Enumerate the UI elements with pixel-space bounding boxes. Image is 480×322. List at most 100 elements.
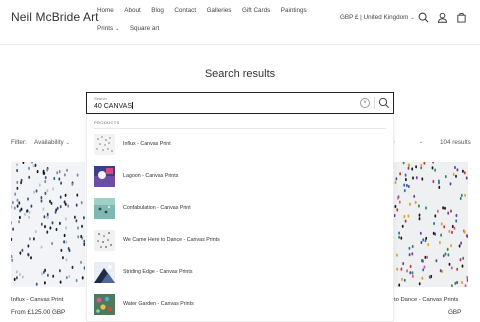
nav-paintings[interactable]: Paintings — [281, 7, 307, 14]
painting-figure — [428, 275, 431, 279]
clear-search-button[interactable]: × — [360, 98, 370, 108]
painting-figure — [422, 268, 425, 272]
painting-figure — [400, 267, 403, 271]
painting-figure — [43, 215, 46, 219]
availability-filter[interactable]: Availability ⌄ — [34, 139, 70, 146]
painting-figure — [431, 166, 434, 170]
painting-figure — [32, 164, 35, 168]
search-box[interactable]: Search 40 CANVAS × — [86, 92, 394, 114]
painting-figure — [68, 274, 71, 278]
search-icon[interactable] — [418, 12, 429, 23]
painting-figure — [44, 180, 47, 184]
painting-figure — [18, 201, 21, 205]
search-icon[interactable] — [378, 97, 390, 109]
search-suggestion-item[interactable]: We Came Here to Dance - Canvas Prints — [94, 228, 388, 252]
painting-figure — [60, 248, 63, 252]
painting-figure — [394, 180, 397, 185]
cart-icon[interactable] — [456, 12, 467, 23]
product-thumbnail — [94, 165, 115, 187]
search-suggestion-item[interactable]: Water Garden - Canvas Prints — [94, 292, 388, 316]
painting-figure — [434, 168, 436, 172]
nav-contact[interactable]: Contact — [174, 7, 196, 14]
painting-figure — [81, 276, 84, 280]
nav-home[interactable]: Home — [97, 7, 114, 14]
painting-figure — [26, 209, 29, 213]
painting-figure — [51, 221, 54, 225]
painting-figure — [40, 199, 43, 203]
search-suggestion-item[interactable]: Influx - Canvas Print — [94, 132, 388, 156]
painting-figure — [408, 253, 411, 257]
painting-figure — [459, 258, 462, 262]
painting-figure — [453, 226, 456, 230]
painting-figure — [425, 206, 427, 210]
painting-figure — [426, 255, 428, 259]
currency-country-selector[interactable]: GBP £ | United Kingdom ⌄ — [340, 14, 415, 21]
painting-figure — [451, 230, 453, 234]
nav-galleries[interactable]: Galleries — [207, 7, 232, 14]
painting-figure — [450, 266, 453, 270]
painting-figure — [450, 244, 452, 248]
painting-figure — [19, 215, 21, 220]
painting-figure — [75, 203, 78, 207]
painting-figure — [403, 278, 406, 282]
search-suggestion-item[interactable]: Confabulation - Canvas Print — [94, 196, 388, 220]
painting-figure — [443, 225, 446, 229]
suggestion-title: Water Garden - Canvas Prints — [123, 301, 194, 307]
painting-figure — [462, 169, 464, 173]
painting-figure — [76, 193, 79, 197]
painting-figure — [28, 166, 30, 170]
painting-figure — [461, 264, 464, 268]
painting-figure — [58, 177, 61, 181]
account-icon[interactable] — [437, 12, 448, 23]
painting-figure — [441, 269, 444, 273]
painting-figure — [432, 179, 435, 184]
painting-figure — [438, 185, 441, 189]
painting-figure — [452, 172, 455, 176]
search-suggestion-item[interactable]: Lagoon - Canvas Prints — [94, 164, 388, 188]
painting-figure — [435, 259, 438, 263]
search-input[interactable]: 40 CANVAS — [94, 102, 133, 110]
nav-gift-cards[interactable]: Gift Cards — [242, 7, 270, 14]
painting-figure — [71, 265, 74, 269]
painting-figure — [59, 221, 61, 225]
product-title[interactable]: Influx - Canvas Print — [11, 297, 63, 303]
nav-blog[interactable]: Blog — [151, 7, 164, 14]
painting-figure — [434, 214, 437, 218]
painting-figure — [65, 276, 68, 280]
painting-figure — [455, 219, 458, 223]
painting-figure — [404, 173, 407, 177]
painting-figure — [11, 258, 14, 262]
painting-figure — [59, 280, 62, 284]
painting-figure — [466, 234, 468, 238]
filter-label: Filter: — [11, 139, 27, 146]
product-image[interactable] — [394, 162, 468, 287]
header-icons — [418, 12, 467, 23]
painting-figure — [60, 181, 62, 185]
painting-figure — [455, 213, 458, 218]
painting-figure — [27, 244, 30, 248]
painting-figure — [81, 224, 83, 228]
nav-prints[interactable]: Prints ⌄ — [97, 25, 119, 32]
painting-figure — [30, 256, 32, 260]
painting-figure — [454, 281, 457, 285]
painting-figure — [21, 248, 24, 252]
painting-figure — [44, 281, 46, 285]
painting-figure — [49, 226, 52, 230]
painting-figure — [19, 272, 21, 276]
search-suggestion-item[interactable]: Striding Edge - Canvas Prints — [94, 260, 388, 284]
painting-figure — [29, 237, 31, 241]
painting-figure — [419, 231, 422, 235]
text-caret — [132, 102, 133, 109]
product-title[interactable]: to Dance - Canvas Prints — [394, 297, 458, 303]
nav-square-art[interactable]: Square art — [130, 25, 159, 32]
painting-figure — [24, 212, 26, 216]
painting-figure — [463, 171, 466, 175]
nav-about[interactable]: About — [124, 7, 140, 14]
painting-figure — [80, 201, 83, 205]
product-image[interactable] — [11, 162, 85, 287]
painting-figure — [16, 168, 18, 173]
site-logo-text[interactable]: Neil McBride Art — [11, 10, 99, 24]
suggestion-title: Confabulation - Canvas Print — [123, 205, 191, 211]
product-thumbnail — [94, 197, 115, 219]
dropdown-divider — [94, 128, 386, 129]
